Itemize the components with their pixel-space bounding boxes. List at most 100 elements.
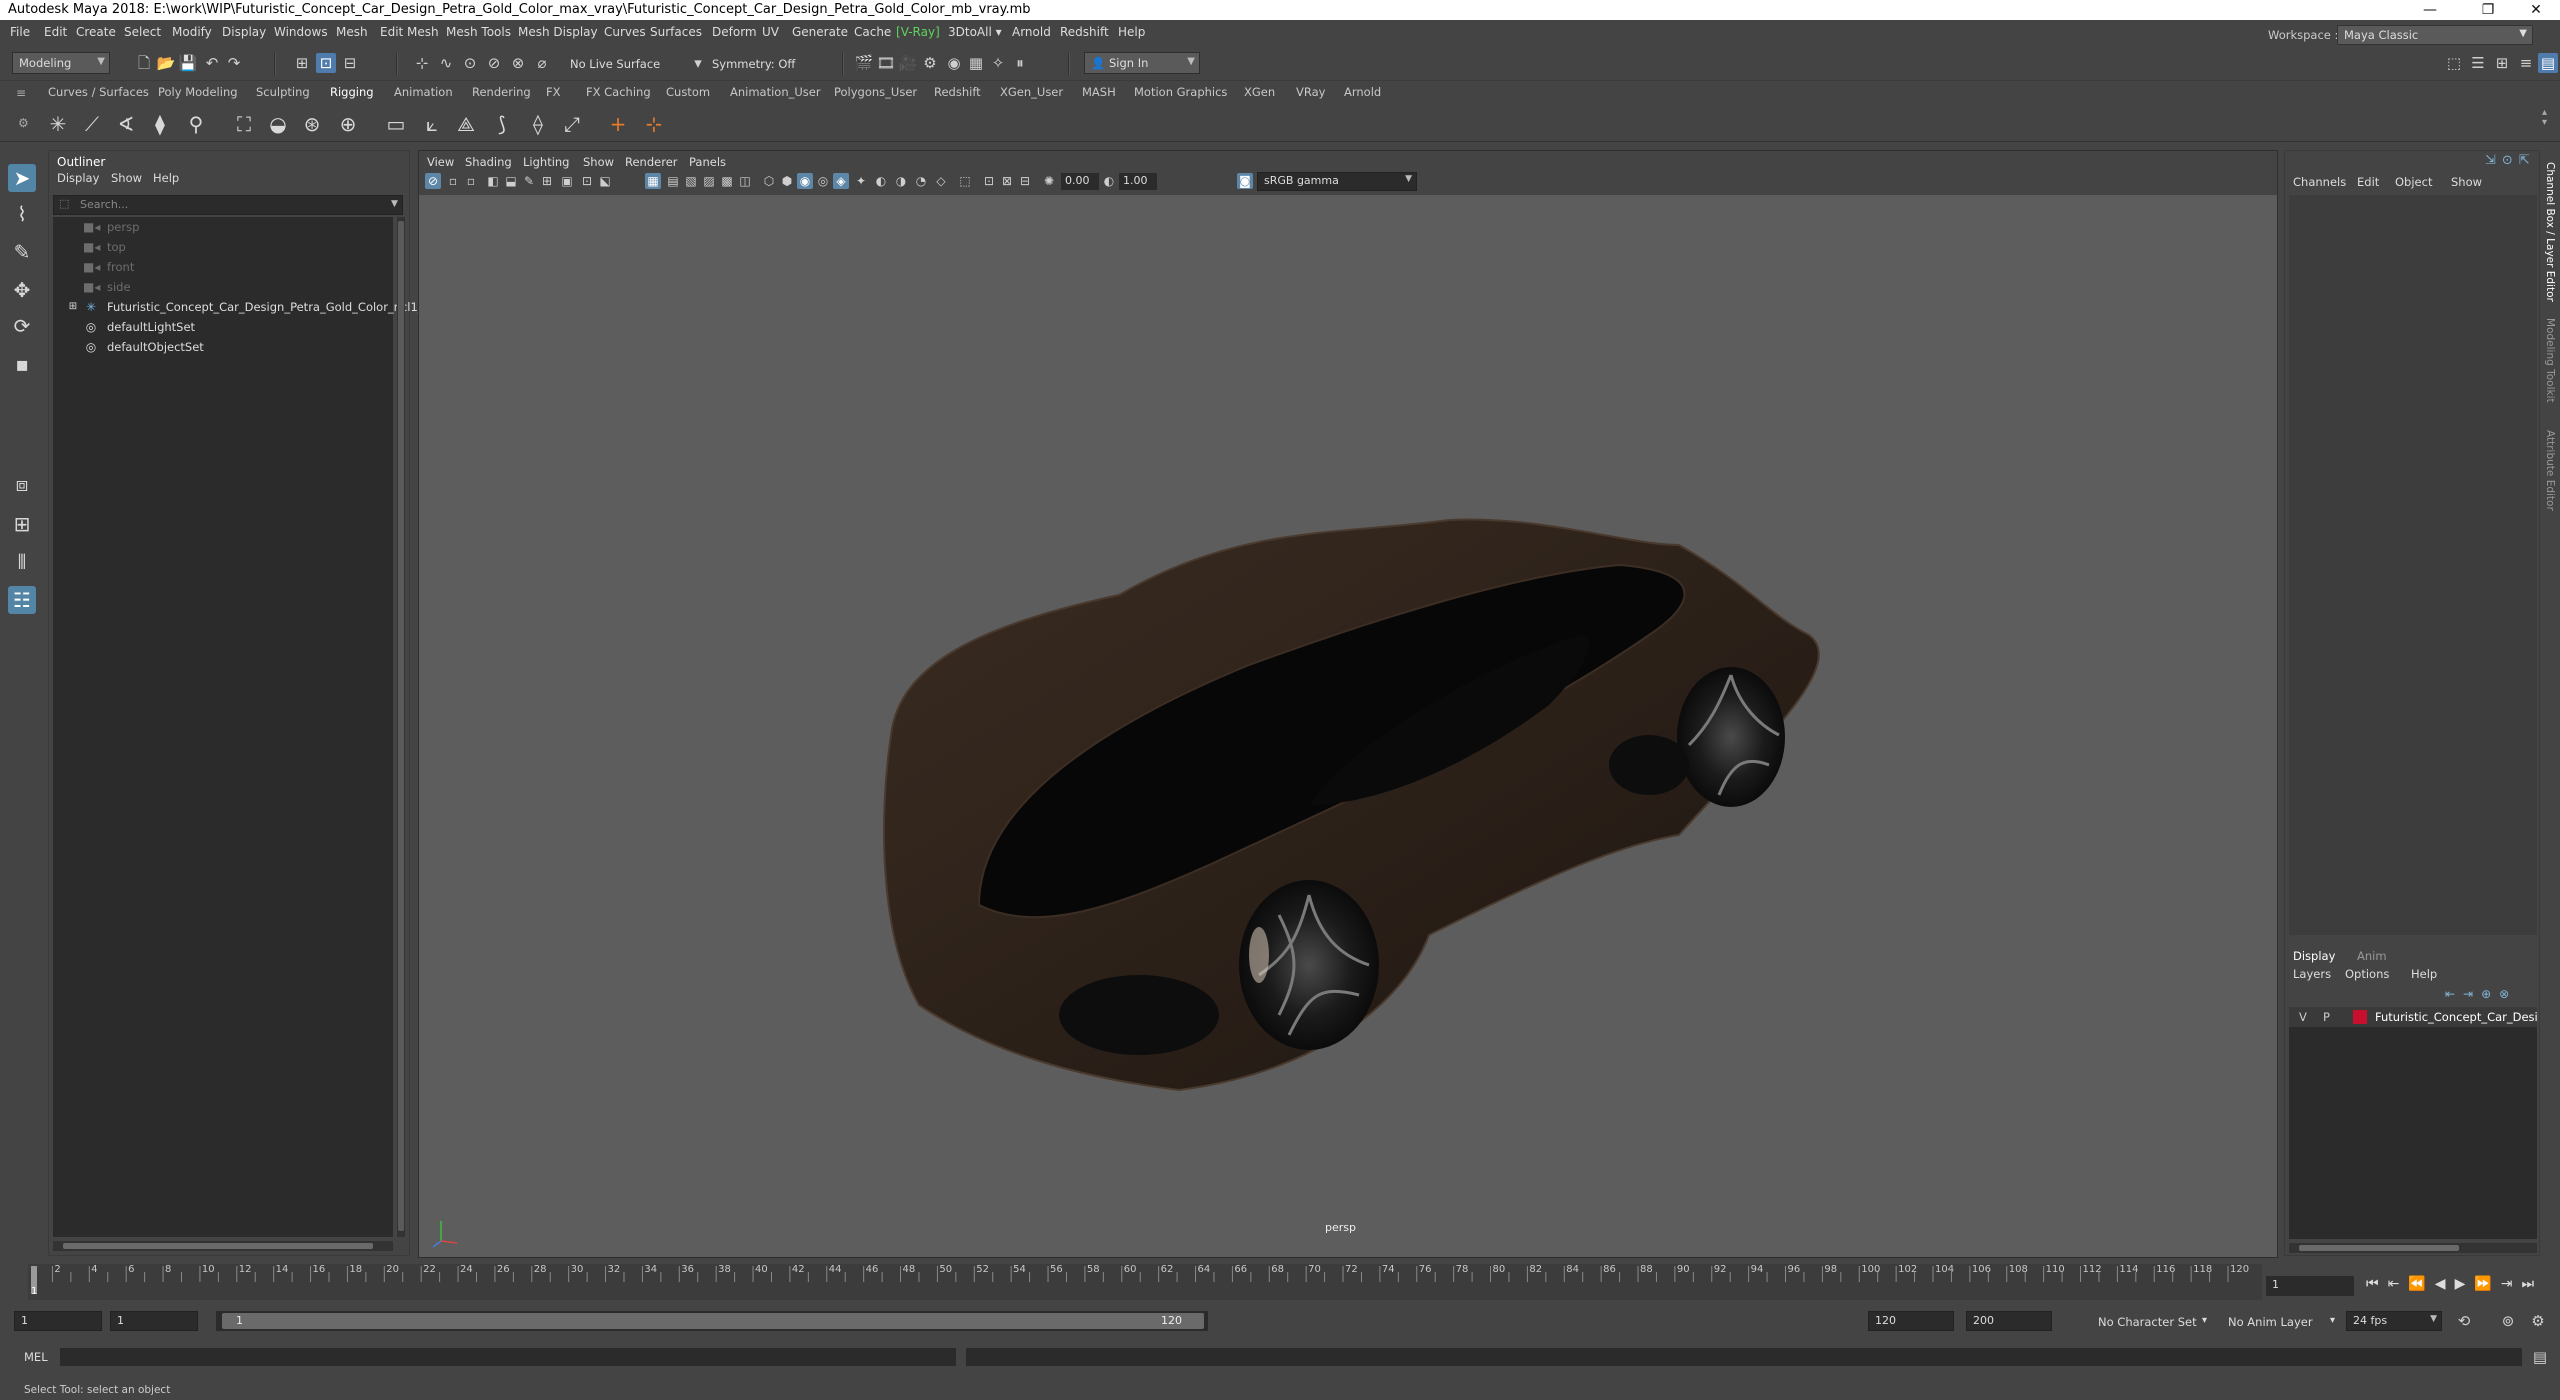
menu-edit-mesh[interactable]: Edit Mesh: [380, 25, 439, 39]
menu-vray[interactable]: [V-Ray]: [896, 25, 940, 39]
lasso-tool-icon[interactable]: ⌇: [8, 200, 36, 228]
sign-in-dropdown[interactable]: 👤 Sign In ▼: [1084, 52, 1200, 74]
layers-options-menu[interactable]: Options: [2345, 967, 2389, 981]
move-tool-icon[interactable]: ✥: [8, 276, 36, 304]
shelf-tab-redshift[interactable]: Redshift: [934, 85, 981, 99]
layer-action-icons[interactable]: ⇤⇥⊕⊗: [2445, 987, 2517, 1001]
grease-pencil-icon[interactable]: ✎: [521, 173, 537, 189]
channels-edit-menu[interactable]: Edit: [2357, 175, 2379, 189]
menu-3dtoall[interactable]: 3DtoAll ▾: [948, 25, 1002, 39]
snap-curve-icon[interactable]: ∿: [436, 53, 456, 73]
outliner-item-persp[interactable]: ■◂ persp: [53, 217, 393, 237]
shelf-tab-fx-caching[interactable]: FX Caching: [586, 85, 651, 99]
layers-help-menu[interactable]: Help: [2411, 967, 2437, 981]
range-slider-thumb[interactable]: 1 120: [222, 1313, 1204, 1329]
menu-mesh[interactable]: Mesh: [336, 25, 368, 39]
ambient-occlusion-icon[interactable]: ◉: [797, 173, 813, 189]
menu-edit[interactable]: Edit: [44, 25, 67, 39]
menu-mesh-display[interactable]: Mesh Display: [518, 25, 598, 39]
menu-uv[interactable]: UV: [762, 25, 779, 39]
select-component-icon[interactable]: ⊟: [340, 53, 360, 73]
fps-dropdown[interactable]: 24 fps ▼: [2346, 1311, 2442, 1331]
layout-quad-icon[interactable]: ⊞: [8, 510, 36, 538]
ipr-render-icon[interactable]: 🎥: [898, 53, 918, 73]
viewport-menu-view[interactable]: View: [427, 155, 454, 169]
persp-view-icon[interactable]: ⧈: [8, 470, 36, 498]
step-forward-key-icon[interactable]: ⇥: [2501, 1276, 2522, 1292]
use-all-lights-icon[interactable]: ▩: [719, 173, 735, 189]
playback-start-field[interactable]: 1: [110, 1311, 198, 1331]
hypershade-icon[interactable]: ◉: [944, 53, 964, 73]
shelf-tab-motion-graphics[interactable]: Motion Graphics: [1134, 85, 1227, 99]
snap-surface-icon[interactable]: ⊗: [508, 53, 528, 73]
ik-spring-icon[interactable]: ⧫: [146, 110, 174, 138]
outliner-menu-help[interactable]: Help: [153, 171, 179, 185]
time-slider[interactable]: 2 4 6 8 10 12 14 16 18 20 22 24 26 28 30 32 34 36 38 40 42 44…: [0, 1264, 2560, 1300]
outliner-item-side[interactable]: ■◂ side: [53, 277, 393, 297]
workspace-dropdown[interactable]: Maya Classic ▼: [2337, 25, 2533, 45]
bookmarks-icon[interactable]: ▫: [463, 173, 479, 189]
time-slider-ticks[interactable]: 2 4 6 8 10 12 14 16 18 20 22 24 26 28 30 32 34 36 38 40 42 44…: [28, 1264, 2262, 1300]
render-view-icon[interactable]: ▦: [966, 53, 986, 73]
shelf-tab-rigging[interactable]: Rigging: [330, 85, 374, 99]
layout-outliner-icon[interactable]: ☷: [8, 586, 36, 614]
command-input[interactable]: [60, 1348, 956, 1366]
textured-icon[interactable]: ▨: [701, 173, 717, 189]
menu-arnold[interactable]: Arnold: [1012, 25, 1051, 39]
channels-show-menu[interactable]: Show: [2451, 175, 2482, 189]
shelf-tab-rendering[interactable]: Rendering: [472, 85, 531, 99]
exposure-settings-icon[interactable]: ✺: [1041, 173, 1057, 189]
frame-all-icon[interactable]: ⊡: [981, 173, 997, 189]
live-surface-label[interactable]: No Live Surface: [570, 57, 660, 71]
menu-file[interactable]: File: [10, 25, 30, 39]
hud-icon[interactable]: ◑: [893, 173, 909, 189]
animation-start-field[interactable]: 1: [14, 1311, 102, 1331]
layer-visibility-toggle[interactable]: V: [2299, 1007, 2307, 1027]
channels-menu[interactable]: Channels: [2293, 175, 2346, 189]
playback-end-field[interactable]: 120: [1868, 1311, 1954, 1331]
wrap-icon[interactable]: ⊛: [298, 110, 326, 138]
script-language-label[interactable]: MEL: [24, 1350, 48, 1364]
cluster-icon[interactable]: ⛶: [230, 110, 258, 138]
step-back-frame-icon[interactable]: ⏪: [2408, 1276, 2434, 1292]
close-button[interactable]: ✕: [2514, 0, 2558, 20]
gamma-icon[interactable]: ◇: [933, 173, 949, 189]
rotate-tool-icon[interactable]: ⟳: [8, 312, 36, 340]
shelf-options-icon[interactable]: ⚙: [18, 116, 29, 130]
isolate-select-icon[interactable]: ◐: [873, 173, 889, 189]
shelf-tab-vray[interactable]: VRay: [1296, 85, 1325, 99]
menu-display[interactable]: Display: [222, 25, 266, 39]
chevron-down-icon[interactable]: ▾: [688, 53, 708, 73]
menu-cache[interactable]: Cache: [854, 25, 891, 39]
shelf-tab-animation[interactable]: Animation: [394, 85, 453, 99]
shelf-scroll-icon[interactable]: ▴ ▾: [2542, 108, 2547, 128]
symmetry-label[interactable]: Symmetry: Off: [712, 57, 795, 71]
motion-blur-icon[interactable]: ◎: [815, 173, 831, 189]
outliner-item-top[interactable]: ■◂ top: [53, 237, 393, 257]
side-tab-modeling-toolkit[interactable]: Modeling Toolkit: [2544, 318, 2556, 403]
snap-point-icon[interactable]: ⊙: [460, 53, 480, 73]
film-gate-icon[interactable]: ▣: [559, 173, 575, 189]
2d-pan-zoom-icon[interactable]: ⬓: [503, 173, 519, 189]
render-settings-icon[interactable]: ⚙: [920, 53, 940, 73]
create-joints-icon[interactable]: ✳: [44, 110, 72, 138]
shelf-tab-curves-surfaces[interactable]: Curves / Surfaces: [48, 85, 149, 99]
script-editor-icon[interactable]: ▤: [2530, 1347, 2550, 1367]
character-set-dropdown[interactable]: No Character Set: [2098, 1315, 2197, 1329]
3d-viewport[interactable]: persp: [419, 195, 2277, 1257]
toggle-modeling-toolkit-icon[interactable]: ⬚: [2444, 53, 2464, 73]
menu-select[interactable]: Select: [124, 25, 161, 39]
gamma-settings-icon[interactable]: ◐: [1101, 173, 1117, 189]
toggle-outliner-icon[interactable]: ≡: [2516, 53, 2536, 73]
viewport-menu-show[interactable]: Show: [583, 155, 614, 169]
paint-select-icon[interactable]: ✎: [8, 238, 36, 266]
snap-grid-icon[interactable]: ⊹: [412, 53, 432, 73]
point-constraint-icon[interactable]: ⟁: [452, 110, 480, 138]
grid-icon[interactable]: ⊞: [539, 173, 555, 189]
wireframe-icon[interactable]: ▦: [645, 173, 661, 189]
viewport-menu-renderer[interactable]: Renderer: [625, 155, 678, 169]
time-slider-track[interactable]: [28, 1264, 2262, 1300]
outliner-vertical-scroll-thumb[interactable]: [398, 221, 404, 1231]
viewport-menu-panels[interactable]: Panels: [689, 155, 726, 169]
side-tab-channel-box[interactable]: Channel Box / Layer Editor: [2544, 162, 2556, 302]
